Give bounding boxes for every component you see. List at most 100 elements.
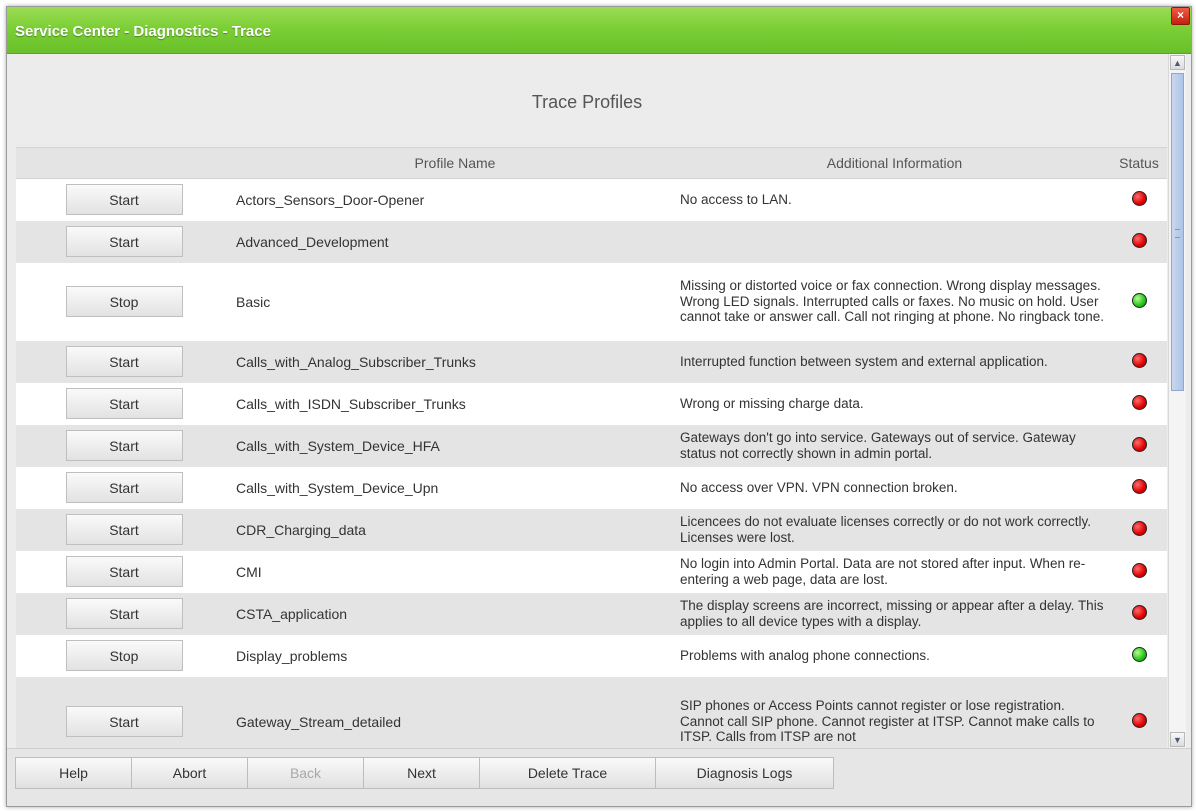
- status-cell: [1111, 676, 1167, 748]
- additional-information: Missing or distorted voice or fax connec…: [678, 262, 1111, 341]
- delete-trace-button[interactable]: Delete Trace: [479, 757, 656, 789]
- scrollbar-thumb[interactable]: [1171, 73, 1184, 391]
- start-gateway-stream-detailed-button[interactable]: Start: [65, 706, 183, 737]
- status-cell: [1111, 466, 1167, 509]
- additional-information: The display screens are incorrect, missi…: [678, 592, 1111, 635]
- table-row: Start Advanced_Development: [16, 220, 1167, 263]
- status-cell: [1111, 220, 1167, 263]
- status-red-icon: [1131, 436, 1147, 452]
- additional-information: Wrong or missing charge data.: [678, 382, 1111, 425]
- additional-information: SIP phones or Access Points cannot regis…: [678, 676, 1111, 748]
- row-action-cell: Start: [16, 424, 232, 467]
- row-action-cell: Start: [16, 340, 232, 383]
- status-red-icon: [1131, 712, 1147, 728]
- row-action-cell: Start: [16, 508, 232, 551]
- status-cell: [1111, 262, 1167, 341]
- status-cell: [1111, 382, 1167, 425]
- back-button: Back: [247, 757, 364, 789]
- profile-name: Basic: [232, 262, 678, 341]
- window-title: Service Center - Diagnostics - Trace: [15, 23, 271, 40]
- table-row: Start Actors_Sensors_Door-Opener No access…: [16, 178, 1167, 221]
- start-calls-with-isdn-subscriber-trunks-button[interactable]: Start: [65, 388, 183, 419]
- content-area: Trace Profiles Profile Name Additional I…: [7, 54, 1167, 748]
- start-calls-with-system-device-hfa-button[interactable]: Start: [65, 430, 183, 461]
- header-additional-information: Additional Information: [678, 147, 1111, 179]
- status-red-icon: [1131, 352, 1147, 368]
- page-title: Trace Profiles: [531, 92, 643, 112]
- table-row: Start Calls_with_Analog_Subscriber_Trunks…: [16, 340, 1167, 383]
- row-action-cell: Start: [16, 466, 232, 509]
- status-cell: [1111, 634, 1167, 677]
- status-cell: [1111, 550, 1167, 593]
- header-status: Status: [1111, 147, 1167, 179]
- status-red-icon: [1131, 562, 1147, 578]
- profile-name: Calls_with_ISDN_Subscriber_Trunks: [232, 382, 678, 425]
- status-red-icon: [1131, 190, 1147, 206]
- status-red-icon: [1131, 604, 1147, 620]
- status-cell: [1111, 508, 1167, 551]
- stop-display-problems-button[interactable]: Stop: [65, 640, 183, 671]
- start-actors-sensors-door-opener-button[interactable]: Start: [65, 184, 183, 216]
- table-row: Stop Basic Missing or distorted voice or f…: [16, 262, 1167, 341]
- row-action-cell: Stop: [16, 634, 232, 677]
- scroll-up-icon[interactable]: ▲: [1170, 55, 1185, 70]
- row-action-cell: Start: [16, 676, 232, 748]
- additional-information: [678, 220, 1111, 263]
- additional-information: No access over VPN. VPN connection broke…: [678, 466, 1111, 509]
- additional-information: No access to LAN.: [678, 178, 1111, 221]
- additional-information: Licencees do not evaluate licenses corre…: [678, 508, 1111, 551]
- next-button[interactable]: Next: [363, 757, 480, 789]
- start-csta-application-button[interactable]: Start: [65, 598, 183, 629]
- scroll-down-icon[interactable]: ▼: [1170, 732, 1185, 747]
- profile-name: CMI: [232, 550, 678, 593]
- row-action-cell: Start: [16, 220, 232, 263]
- status-green-icon: [1131, 646, 1147, 662]
- profile-name: Gateway_Stream_detailed: [232, 676, 678, 748]
- profile-name: Calls_with_Analog_Subscriber_Trunks: [232, 340, 678, 383]
- start-calls-with-analog-subscriber-trunks-button[interactable]: Start: [65, 346, 183, 377]
- profile-name: Display_problems: [232, 634, 678, 677]
- dialog-window: Service Center - Diagnostics - Trace × T…: [6, 6, 1192, 807]
- title-bar: Service Center - Diagnostics - Trace: [7, 7, 1191, 54]
- profile-name: Actors_Sensors_Door-Opener: [232, 178, 678, 221]
- row-action-cell: Start: [16, 178, 232, 221]
- vertical-scrollbar[interactable]: ▲ ▼: [1168, 54, 1186, 748]
- header-button: [16, 147, 232, 179]
- profile-name: Calls_with_System_Device_HFA: [232, 424, 678, 467]
- diagnosis-logs-button[interactable]: Diagnosis Logs: [655, 757, 834, 789]
- status-green-icon: [1131, 292, 1147, 308]
- additional-information: Gateways don't go into service. Gateways…: [678, 424, 1111, 467]
- status-cell: [1111, 424, 1167, 467]
- start-cdr-charging-data-button[interactable]: Start: [65, 514, 183, 545]
- row-action-cell: Start: [16, 550, 232, 593]
- row-action-cell: Start: [16, 382, 232, 425]
- profile-name: CDR_Charging_data: [232, 508, 678, 551]
- status-red-icon: [1131, 478, 1147, 494]
- start-advanced-development-button[interactable]: Start: [65, 226, 183, 257]
- status-red-icon: [1131, 394, 1147, 410]
- table-row: Start Calls_with_ISDN_Subscriber_Trunks Wr…: [16, 382, 1167, 425]
- stop-basic-button[interactable]: Stop: [65, 286, 183, 317]
- table-row: Start CMI No login into Admin Portal. Data…: [16, 550, 1167, 593]
- profile-name: Advanced_Development: [232, 220, 678, 263]
- row-action-cell: Stop: [16, 262, 232, 341]
- close-icon[interactable]: ×: [1171, 7, 1190, 25]
- abort-button[interactable]: Abort: [131, 757, 248, 789]
- additional-information: Interrupted function between system and …: [678, 340, 1111, 383]
- trace-profiles-table: Profile Name Additional Information Stat…: [16, 147, 1167, 748]
- header-profile-name: Profile Name: [232, 147, 678, 179]
- start-cmi-button[interactable]: Start: [65, 556, 183, 587]
- status-cell: [1111, 340, 1167, 383]
- status-cell: [1111, 592, 1167, 635]
- help-button[interactable]: Help: [15, 757, 132, 789]
- grip-icon: [1175, 229, 1180, 238]
- status-red-icon: [1131, 520, 1147, 536]
- start-calls-with-system-device-upn-button[interactable]: Start: [65, 472, 183, 503]
- table-row: Start CSTA_application The display screens…: [16, 592, 1167, 635]
- status-red-icon: [1131, 232, 1147, 248]
- table-row: Stop Display_problems Problems with analog…: [16, 634, 1167, 677]
- additional-information: Problems with analog phone connections.: [678, 634, 1111, 677]
- status-cell: [1111, 178, 1167, 221]
- table-row: Start Gateway_Stream_detailed SIP phones o…: [16, 676, 1167, 748]
- additional-information: No login into Admin Portal. Data are not…: [678, 550, 1111, 593]
